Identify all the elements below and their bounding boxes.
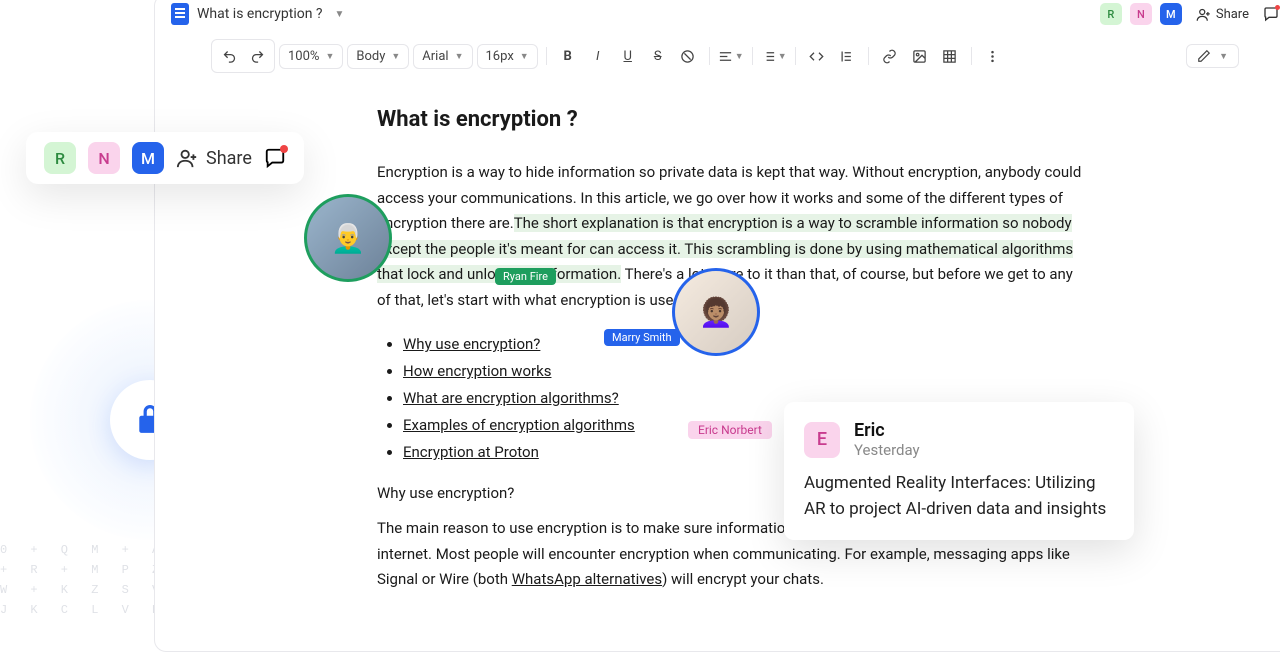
strikethrough-button[interactable]: S (645, 43, 671, 69)
cursor-tag-ryan: Ryan Fire (495, 268, 556, 285)
avatar-r[interactable]: R (44, 142, 76, 174)
titlebar: What is encryption ? ▼ R N M Share (155, 0, 1280, 33)
notification-dot (1275, 5, 1280, 10)
undo-button[interactable] (216, 43, 242, 69)
redo-button[interactable] (244, 43, 270, 69)
underline-button[interactable]: U (615, 43, 641, 69)
user-plus-icon (176, 147, 198, 169)
document-icon (171, 3, 189, 25)
collaborator-photo-ryan: 👨‍🦳 (304, 194, 392, 282)
share-button[interactable]: Share (1190, 5, 1255, 24)
inline-link[interactable]: WhatsApp alternatives (512, 570, 662, 588)
code-button[interactable] (804, 43, 830, 69)
history-group (211, 39, 275, 73)
share-button-large[interactable]: Share (176, 147, 252, 169)
toc-link[interactable]: How encryption works (403, 358, 1085, 385)
page-heading: What is encryption ? (377, 107, 1085, 132)
avatar-n[interactable]: N (88, 142, 120, 174)
image-button[interactable] (907, 43, 933, 69)
title-right-group: R N M Share (1100, 3, 1279, 25)
title-left-group: What is encryption ? ▼ (171, 3, 344, 25)
avatar-small-r[interactable]: R (1100, 3, 1122, 25)
comment-card[interactable]: E Eric Yesterday Augmented Reality Inter… (784, 402, 1134, 540)
notification-dot (280, 145, 288, 153)
title-dropdown-caret[interactable]: ▼ (335, 9, 345, 20)
avatar-small-n[interactable]: N (1130, 3, 1152, 25)
toolbar: 100%▼ Body▼ Arial▼ 16px▼ B I U S ▼ ▼ ▼ (155, 33, 1280, 79)
align-icon (718, 49, 733, 64)
list-icon (761, 49, 776, 64)
bold-button[interactable]: B (555, 43, 581, 69)
comment-avatar: E (804, 422, 840, 458)
user-plus-icon (1196, 7, 1211, 22)
align-dropdown[interactable]: ▼ (718, 43, 744, 69)
quote-button[interactable] (834, 43, 860, 69)
comments-button[interactable] (1263, 6, 1279, 22)
editing-mode-dropdown[interactable]: ▼ (1186, 44, 1239, 68)
image-icon (912, 49, 927, 64)
clear-format-icon (680, 49, 695, 64)
table-icon (942, 49, 957, 64)
paragraph-style-dropdown[interactable]: Body▼ (347, 44, 409, 69)
undo-icon (222, 49, 237, 64)
quote-icon (839, 49, 854, 64)
comment-body-text: Augmented Reality Interfaces: Utilizing … (804, 471, 1114, 522)
redo-icon (250, 49, 265, 64)
italic-button[interactable]: I (585, 43, 611, 69)
comment-timestamp: Yesterday (854, 441, 920, 459)
font-size-dropdown[interactable]: 16px▼ (477, 44, 538, 69)
clear-formatting-button[interactable] (675, 43, 701, 69)
list-dropdown[interactable]: ▼ (761, 43, 787, 69)
link-icon (882, 49, 897, 64)
zoom-dropdown[interactable]: 100%▼ (279, 44, 343, 69)
pencil-icon (1197, 49, 1211, 63)
table-button[interactable] (937, 43, 963, 69)
font-family-dropdown[interactable]: Arial▼ (413, 44, 472, 69)
cursor-tag-marry: Marry Smith (604, 329, 680, 346)
collaborator-photo-marry: 👩🏽‍🦱 (672, 268, 760, 356)
more-vertical-icon (985, 49, 1000, 64)
floating-collaboration-pill: R N M Share (26, 132, 304, 184)
comment-author-name: Eric (854, 420, 920, 441)
comments-button-large[interactable] (264, 147, 286, 169)
cursor-tag-eric: Eric Norbert (688, 421, 772, 439)
avatar-m[interactable]: M (132, 142, 164, 174)
more-button[interactable] (980, 43, 1006, 69)
document-title[interactable]: What is encryption ? (197, 6, 323, 22)
avatar-small-m[interactable]: M (1160, 3, 1182, 25)
code-icon (809, 49, 824, 64)
link-button[interactable] (877, 43, 903, 69)
